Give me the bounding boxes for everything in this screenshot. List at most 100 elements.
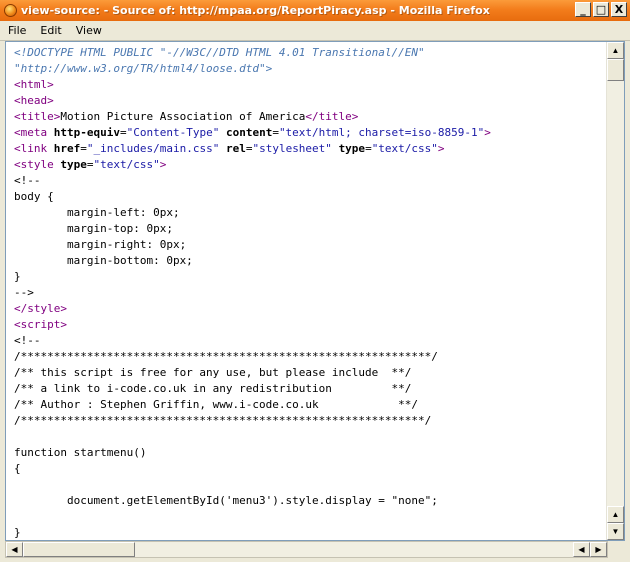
source-token: href	[53, 142, 81, 155]
scroll-down-arrow-icon[interactable]: ▼	[607, 523, 624, 540]
source-token: margin-bottom: 0px;	[14, 254, 193, 267]
menu-file[interactable]: File	[0, 24, 32, 37]
source-line: document.getElementById('menu3').style.d…	[14, 493, 604, 509]
horizontal-scrollbar[interactable]: ◀ ◀ ▶	[5, 541, 608, 558]
scroll-up-arrow-icon[interactable]: ▲	[607, 506, 624, 523]
source-token: /***************************************…	[14, 350, 438, 363]
scroll-left-arrow-icon[interactable]: ◀	[573, 542, 590, 557]
source-token: body {	[14, 190, 54, 203]
source-token: "Content-Type"	[126, 126, 220, 139]
source-token: document.getElementById('menu3').style.d…	[14, 494, 438, 507]
source-line: <title>Motion Picture Association of Ame…	[14, 109, 604, 125]
source-token: margin-left: 0px;	[14, 206, 180, 219]
source-token: =	[119, 126, 127, 139]
window-controls: _ □ X	[575, 2, 627, 17]
scroll-left-arrow-icon[interactable]: ◀	[6, 542, 23, 557]
source-token: <head>	[14, 94, 54, 107]
firefox-icon	[4, 4, 17, 17]
source-token: <!--	[14, 174, 41, 187]
source-line	[14, 477, 604, 493]
source-token: "_includes/main.css"	[86, 142, 220, 155]
source-token: >	[484, 126, 491, 139]
source-token: </style>	[14, 302, 67, 315]
source-code: <!DOCTYPE HTML PUBLIC "-//W3C//DTD HTML …	[14, 45, 604, 540]
source-token: }	[14, 270, 21, 283]
source-token: Motion Picture Association of America	[60, 110, 306, 123]
source-token: type	[60, 158, 87, 171]
source-token: /** this script is free for any use, but…	[14, 366, 412, 379]
vertical-scroll-thumb[interactable]	[607, 59, 624, 81]
source-line: <html>	[14, 77, 604, 93]
close-button[interactable]: X	[611, 2, 627, 17]
source-token	[219, 126, 226, 139]
source-line: }	[14, 525, 604, 540]
scroll-up-arrow-icon[interactable]: ▲	[607, 42, 624, 59]
minimize-button[interactable]: _	[575, 2, 591, 17]
source-token: "text/html; charset=iso-8859-1"	[278, 126, 485, 139]
source-line: margin-top: 0px;	[14, 221, 604, 237]
source-token: type	[338, 142, 366, 155]
source-token: "stylesheet"	[252, 142, 332, 155]
source-token: <style	[14, 158, 61, 171]
source-token: margin-top: 0px;	[14, 222, 173, 235]
maximize-button[interactable]: □	[593, 2, 609, 17]
scroll-right-arrow-icon[interactable]: ▶	[590, 542, 607, 557]
source-token: "text/css"	[371, 142, 438, 155]
source-token: function startmenu()	[14, 446, 147, 459]
vertical-scrollbar[interactable]: ▲ ▲ ▼	[606, 42, 624, 540]
source-token: <html>	[14, 78, 54, 91]
source-line: <script>	[14, 317, 604, 333]
window-title: view-source: - Source of: http://mpaa.or…	[21, 4, 490, 17]
source-token: rel	[225, 142, 246, 155]
source-token: {	[14, 462, 21, 475]
source-token: =	[365, 142, 372, 155]
source-token: margin-right: 0px;	[14, 238, 187, 251]
source-line: <head>	[14, 93, 604, 109]
source-line: <meta http-equiv="Content-Type" content=…	[14, 125, 604, 141]
title-bar[interactable]: view-source: - Source of: http://mpaa.or…	[0, 0, 630, 21]
source-token: "http://www.w3.org/TR/html4/loose.dtd">	[14, 62, 273, 75]
source-line: /***************************************…	[14, 413, 604, 429]
source-line: </style>	[14, 301, 604, 317]
source-line: /** Author : Stephen Griffin, www.i-code…	[14, 397, 604, 413]
source-token: /** a link to i-code.co.uk in any redist…	[14, 382, 412, 395]
source-token: >	[437, 142, 445, 155]
source-line: <style type="text/css">	[14, 157, 604, 173]
source-line	[14, 509, 604, 525]
source-line: /***************************************…	[14, 349, 604, 365]
source-token: </title>	[305, 110, 359, 123]
source-token: =	[80, 142, 87, 155]
source-token	[219, 142, 226, 155]
source-token: "text/css"	[93, 158, 160, 171]
source-line: margin-right: 0px;	[14, 237, 604, 253]
firefox-window: view-source: - Source of: http://mpaa.or…	[0, 0, 630, 562]
source-line: <!--	[14, 173, 604, 189]
source-line: /** a link to i-code.co.uk in any redist…	[14, 381, 604, 397]
source-token: =	[272, 126, 279, 139]
source-token: >	[159, 158, 167, 171]
source-token: <meta	[14, 126, 54, 139]
source-token: }	[14, 526, 21, 539]
source-line: <!DOCTYPE HTML PUBLIC "-//W3C//DTD HTML …	[14, 45, 604, 61]
source-token: content	[225, 126, 273, 139]
source-token: /** Author : Stephen Griffin, www.i-code…	[14, 398, 418, 411]
horizontal-scroll-thumb[interactable]	[23, 542, 135, 557]
source-line: -->	[14, 285, 604, 301]
source-line: body {	[14, 189, 604, 205]
source-line: }	[14, 269, 604, 285]
resize-grip	[608, 541, 625, 558]
source-token: -->	[14, 286, 34, 299]
source-token: <link	[14, 142, 54, 155]
source-line: function startmenu()	[14, 445, 604, 461]
menu-view[interactable]: View	[68, 24, 108, 37]
menu-bar: File Edit View	[0, 21, 630, 41]
source-token: /***************************************…	[14, 414, 432, 427]
source-line: margin-left: 0px;	[14, 205, 604, 221]
source-token: <script>	[14, 318, 67, 331]
source-view[interactable]: <!DOCTYPE HTML PUBLIC "-//W3C//DTD HTML …	[5, 41, 625, 541]
menu-edit[interactable]: Edit	[32, 24, 67, 37]
source-line: <!--	[14, 333, 604, 349]
source-token	[332, 142, 339, 155]
source-line: "http://www.w3.org/TR/html4/loose.dtd">	[14, 61, 604, 77]
source-token: <!DOCTYPE HTML PUBLIC "-//W3C//DTD HTML …	[14, 46, 425, 59]
